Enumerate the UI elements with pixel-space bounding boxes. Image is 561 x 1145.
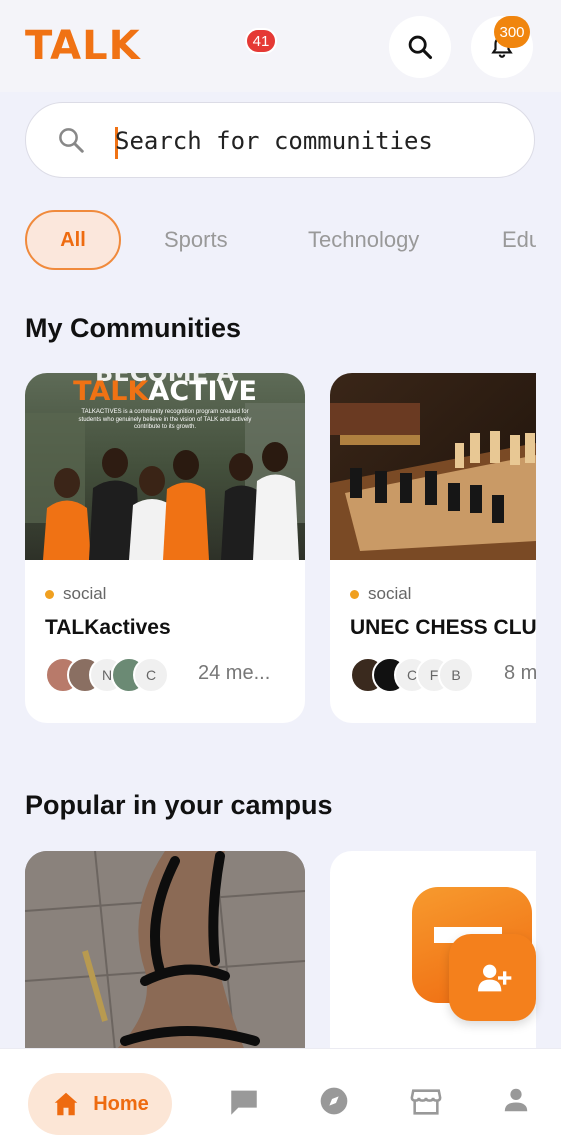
community-category: social [45, 584, 106, 604]
category-filter-chips: All Sports Technology Edu [25, 210, 536, 272]
compass-icon[interactable] [318, 1085, 350, 1117]
banner-brand-talk: TALK [73, 376, 149, 407]
banner-blurb: TALKACTIVES is a community recognition p… [78, 409, 252, 430]
notification-badge: 300 [494, 16, 530, 48]
chip-sports[interactable]: Sports [164, 210, 228, 270]
add-friend-fab[interactable] [449, 934, 536, 1021]
popular-heading: Popular in your campus [25, 790, 333, 820]
chip-all[interactable]: All [25, 210, 121, 270]
popular-card-image [25, 851, 305, 1051]
popular-card-1[interactable] [25, 851, 305, 1051]
category-dot [45, 589, 54, 599]
community-search-bar[interactable] [25, 102, 535, 178]
community-card-chess-club[interactable]: social UNEC CHESS CLUB C F B 8 m [330, 373, 536, 723]
community-banner-image [330, 373, 536, 560]
banner-brand-active: ACTIVE [148, 376, 257, 407]
community-name: TALKactives [45, 616, 171, 639]
search-icon [408, 35, 433, 60]
my-communities-heading: My Communities [25, 313, 242, 343]
category-label: social [368, 584, 412, 603]
community-category: social [350, 584, 411, 604]
header-search-button[interactable] [389, 16, 451, 78]
category-dot [350, 589, 359, 599]
app-logo[interactable]: TALK [25, 26, 141, 66]
store-icon[interactable] [409, 1085, 443, 1119]
nav-home-label: Home [93, 1092, 149, 1115]
home-icon [54, 1092, 78, 1116]
member-count: 24 me... [198, 662, 271, 684]
category-label: social [63, 584, 107, 603]
community-name: UNEC CHESS CLUB [350, 616, 536, 639]
community-banner-image: BECOME A TALKACTIVE TALKACTIVES is a com… [25, 373, 305, 560]
chip-technology[interactable]: Technology [308, 210, 419, 270]
chat-icon[interactable] [227, 1085, 261, 1119]
search-icon [59, 128, 84, 153]
chip-education[interactable]: Edu [502, 210, 536, 270]
nav-home[interactable]: Home [28, 1073, 172, 1135]
banner-brand: TALKACTIVE [25, 378, 305, 406]
community-card-talkactives[interactable]: BECOME A TALKACTIVE TALKACTIVES is a com… [25, 373, 305, 723]
chat-unread-badge: 41 [245, 28, 277, 54]
member-count: 8 m [504, 662, 536, 684]
search-input[interactable] [115, 123, 515, 159]
avatar: B [438, 657, 474, 693]
avatar: C [133, 657, 169, 693]
add-person-icon [477, 964, 511, 991]
bottom-navigation: Home [0, 1048, 561, 1145]
profile-icon[interactable] [501, 1085, 531, 1115]
